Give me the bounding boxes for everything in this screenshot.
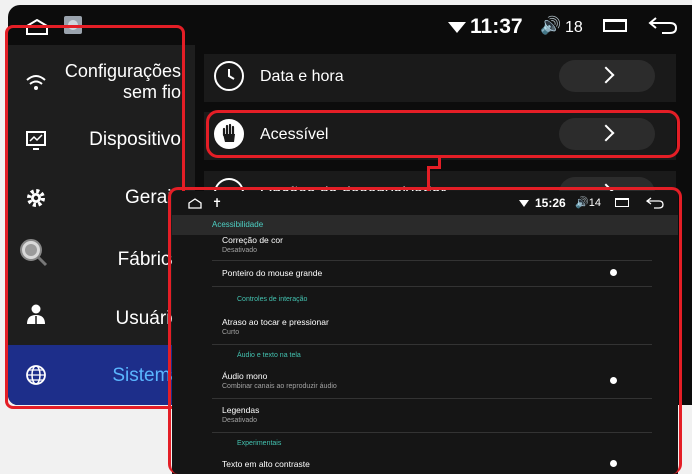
clock-time: 11:37 xyxy=(470,15,523,38)
row-label: Data e hora xyxy=(260,68,344,85)
open-date-time-button[interactable] xyxy=(559,60,655,92)
recent-apps-icon[interactable] xyxy=(603,19,627,32)
highlight-accessibility-row xyxy=(206,110,680,158)
highlight-accessibility-screen xyxy=(168,187,682,474)
back-icon[interactable] xyxy=(648,15,678,35)
volume-level: 18 xyxy=(565,19,583,36)
volume-icon: 🔊 xyxy=(540,16,562,35)
clock-icon xyxy=(214,61,244,91)
settings-row-date-time[interactable]: Data e hora xyxy=(204,54,676,102)
wifi-signal-icon xyxy=(448,22,466,33)
highlight-settings-frame xyxy=(5,25,185,409)
